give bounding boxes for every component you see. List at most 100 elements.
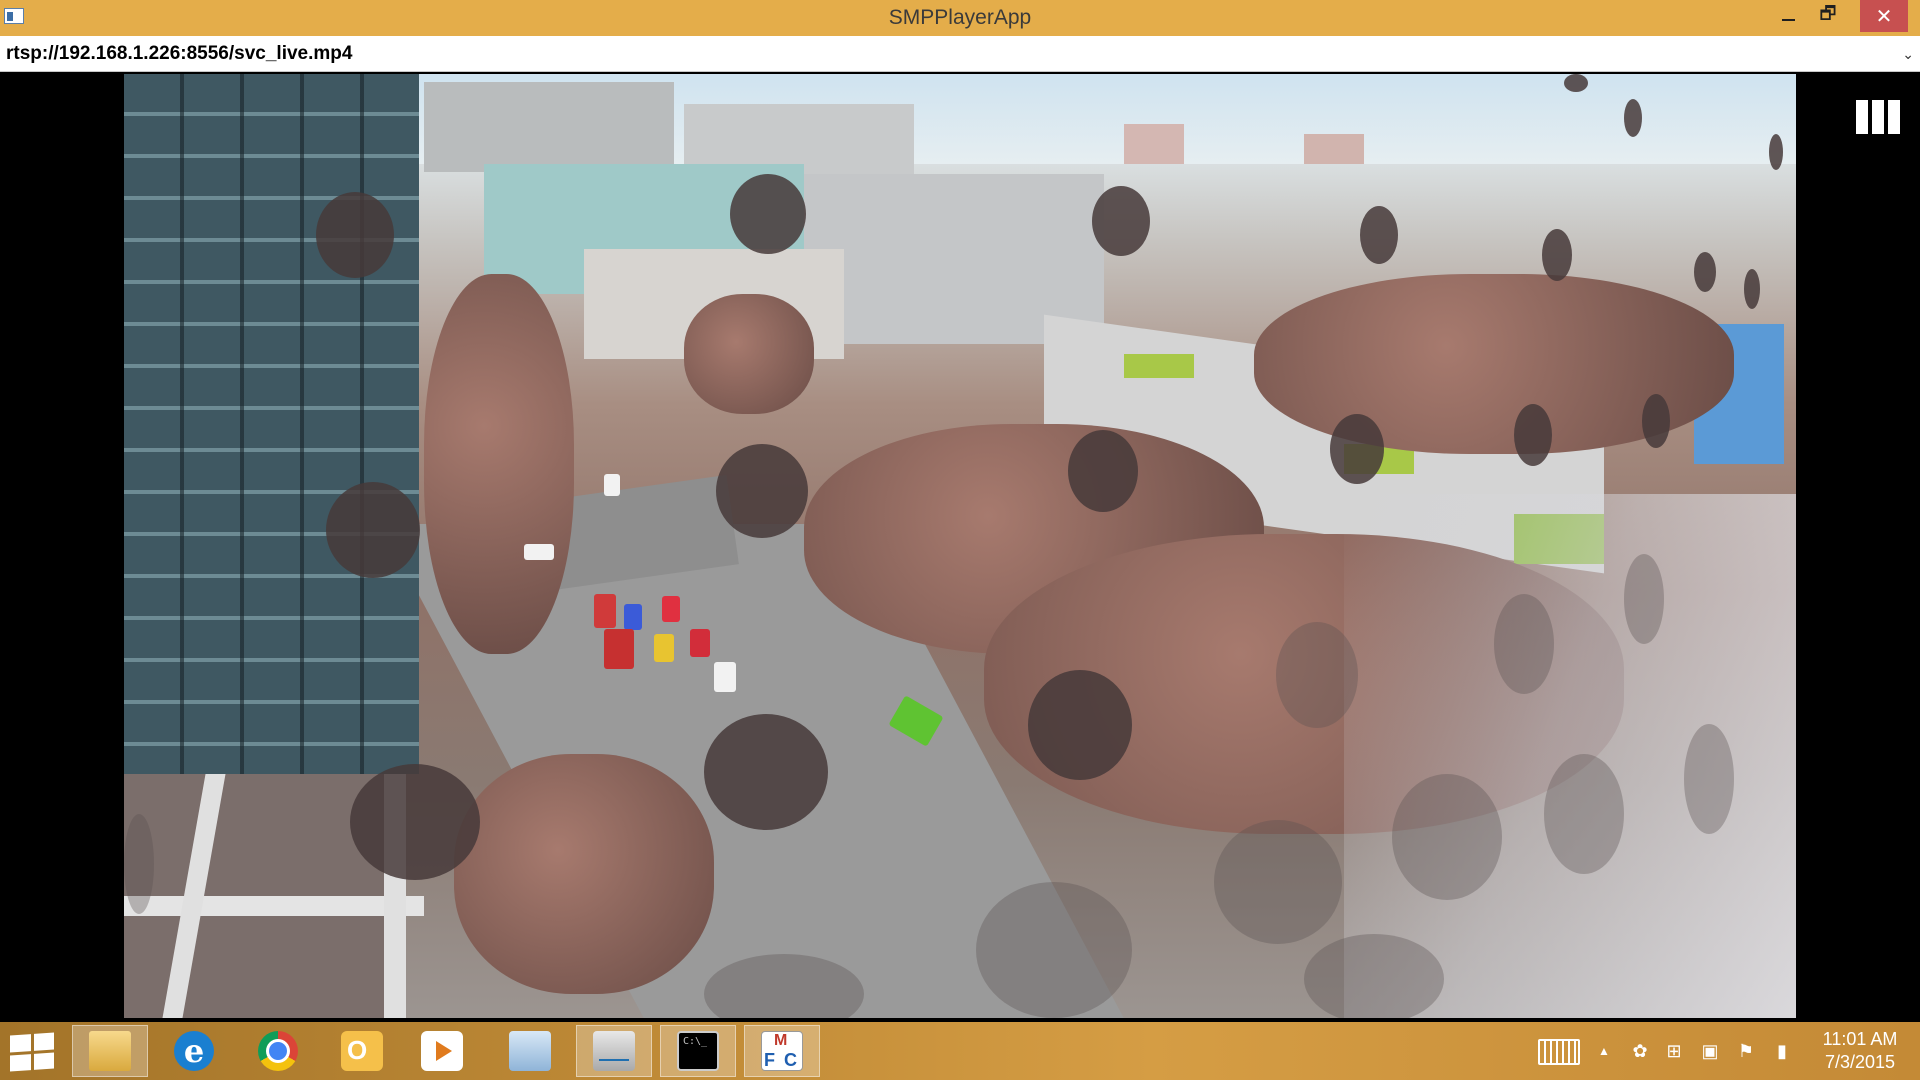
action-center-flag-icon[interactable]: ⚑ bbox=[1736, 1041, 1756, 1061]
mfc-app-icon: M F C bbox=[761, 1031, 803, 1071]
car bbox=[594, 594, 616, 628]
system-clock[interactable]: 11:01 AM 7/3/2015 bbox=[1800, 1028, 1920, 1074]
taskbar-performance-monitor[interactable] bbox=[576, 1025, 652, 1077]
chevron-down-icon[interactable]: ⌄ bbox=[1902, 36, 1914, 72]
car bbox=[604, 629, 634, 669]
video-frame bbox=[124, 74, 1796, 1018]
background-building bbox=[1124, 124, 1184, 164]
remote-desktop-icon bbox=[509, 1031, 551, 1071]
window-film-dot bbox=[1642, 394, 1670, 448]
mfc-letter: C bbox=[784, 1050, 797, 1070]
internet-explorer-icon: e bbox=[174, 1031, 214, 1071]
car bbox=[654, 634, 674, 662]
window-film-dot bbox=[1744, 269, 1760, 309]
show-hidden-icons-chevron-icon[interactable]: ▲ bbox=[1594, 1041, 1614, 1061]
taskbar-outlook[interactable] bbox=[324, 1025, 400, 1077]
columns-icon-bar bbox=[1872, 100, 1884, 134]
file-explorer-icon bbox=[89, 1031, 131, 1071]
chrome-icon bbox=[258, 1031, 298, 1071]
window-film-dot bbox=[124, 814, 154, 914]
stream-url-combobox[interactable]: rtsp://192.168.1.226:8556/svc_live.mp4 ⌄ bbox=[0, 36, 1920, 72]
taskbar-media-player[interactable] bbox=[404, 1025, 480, 1077]
window-title: SMPPlayerApp bbox=[888, 6, 1032, 29]
tower-beam bbox=[124, 896, 424, 916]
background-building bbox=[424, 82, 674, 172]
car bbox=[524, 544, 554, 560]
start-pane bbox=[10, 1053, 31, 1072]
device-icon[interactable]: ▣ bbox=[1700, 1041, 1720, 1061]
restore-button[interactable]: 🗗 bbox=[1808, 0, 1848, 32]
window-film-dot bbox=[1304, 934, 1444, 1018]
dropbox-icon[interactable]: ✿ bbox=[1630, 1041, 1650, 1061]
window-film-dot bbox=[1330, 414, 1384, 484]
window-film-dot bbox=[1068, 430, 1138, 512]
window-film-dot bbox=[326, 482, 420, 578]
windows-icon[interactable]: ⊞ bbox=[1664, 1041, 1684, 1061]
window-film-dot bbox=[1564, 74, 1588, 92]
car bbox=[714, 662, 736, 692]
title-bar[interactable]: SMPPlayerApp 🗗 ✕ bbox=[0, 0, 1920, 36]
window-film-dot bbox=[716, 444, 808, 538]
touch-keyboard-icon[interactable] bbox=[1538, 1039, 1580, 1065]
start-pane bbox=[10, 1034, 31, 1053]
window-film-dot bbox=[1684, 724, 1734, 834]
window-film-dot bbox=[976, 882, 1132, 1018]
window-film-dot bbox=[1392, 774, 1502, 900]
minimize-button[interactable] bbox=[1768, 0, 1808, 32]
taskbar-internet-explorer[interactable]: e bbox=[156, 1025, 232, 1077]
columns-icon-bar bbox=[1856, 100, 1868, 134]
close-button[interactable]: ✕ bbox=[1860, 0, 1908, 32]
glass-tower bbox=[124, 74, 419, 774]
clock-date: 7/3/2015 bbox=[1824, 1052, 1896, 1072]
taskbar: e M F C ▲ ✿ ⊞ ▣ ⚑ ▮ 11:01 AM 7/3/2015 bbox=[0, 1022, 1920, 1080]
window-film-dot bbox=[350, 764, 480, 880]
car bbox=[662, 596, 680, 622]
restore-icon: 🗗 bbox=[1819, 3, 1837, 23]
window-film-dot bbox=[316, 192, 394, 278]
window-film-dot bbox=[1514, 404, 1552, 466]
mfc-letter: M bbox=[774, 1032, 788, 1049]
tree-cluster bbox=[684, 294, 814, 414]
taskbar-mfc-app[interactable]: M F C bbox=[744, 1025, 820, 1077]
window-film-dot bbox=[1694, 252, 1716, 292]
tree-cluster bbox=[454, 754, 714, 994]
network-signal-icon[interactable]: ▮ bbox=[1772, 1041, 1792, 1061]
window-film-dot bbox=[1542, 229, 1572, 281]
taskbar-remote-desktop[interactable] bbox=[492, 1025, 568, 1077]
start-pane bbox=[33, 1051, 54, 1070]
command-prompt-icon bbox=[677, 1031, 719, 1071]
clock-time: 11:01 AM bbox=[1822, 1029, 1898, 1049]
stream-url-input[interactable]: rtsp://192.168.1.226:8556/svc_live.mp4 bbox=[6, 36, 352, 72]
window-film-dot bbox=[1276, 622, 1358, 728]
media-player-icon bbox=[421, 1031, 463, 1071]
window-film-dot bbox=[1769, 134, 1783, 170]
window-film-dot bbox=[1092, 186, 1150, 256]
app-icon[interactable] bbox=[4, 8, 24, 24]
minimize-icon bbox=[1781, 19, 1795, 21]
performance-monitor-icon bbox=[593, 1031, 635, 1071]
window-film-dot bbox=[730, 174, 806, 254]
window-film-dot bbox=[1624, 554, 1664, 644]
taskbar-chrome[interactable] bbox=[240, 1025, 316, 1077]
car bbox=[604, 474, 620, 496]
window-film-dot bbox=[1544, 754, 1624, 874]
window-film-dot bbox=[1624, 99, 1642, 137]
green-roof-block bbox=[1124, 354, 1194, 378]
video-viewport[interactable] bbox=[0, 72, 1920, 1022]
taskbar-file-explorer[interactable] bbox=[72, 1025, 148, 1077]
taskbar-command-prompt[interactable] bbox=[660, 1025, 736, 1077]
window-film-dot bbox=[1494, 594, 1554, 694]
window-film-dot bbox=[1214, 820, 1342, 944]
columns-icon[interactable] bbox=[1856, 100, 1900, 134]
car bbox=[624, 604, 642, 630]
mfc-letter: F bbox=[764, 1050, 775, 1070]
tree-cluster bbox=[424, 274, 574, 654]
window-film-dot bbox=[704, 714, 828, 830]
outlook-icon bbox=[341, 1031, 383, 1071]
window-film-dot bbox=[1028, 670, 1132, 780]
windows-start-icon[interactable] bbox=[10, 1032, 54, 1072]
car bbox=[690, 629, 710, 657]
close-icon: ✕ bbox=[1875, 5, 1893, 28]
columns-icon-bar bbox=[1888, 100, 1900, 134]
background-building bbox=[1304, 134, 1364, 164]
